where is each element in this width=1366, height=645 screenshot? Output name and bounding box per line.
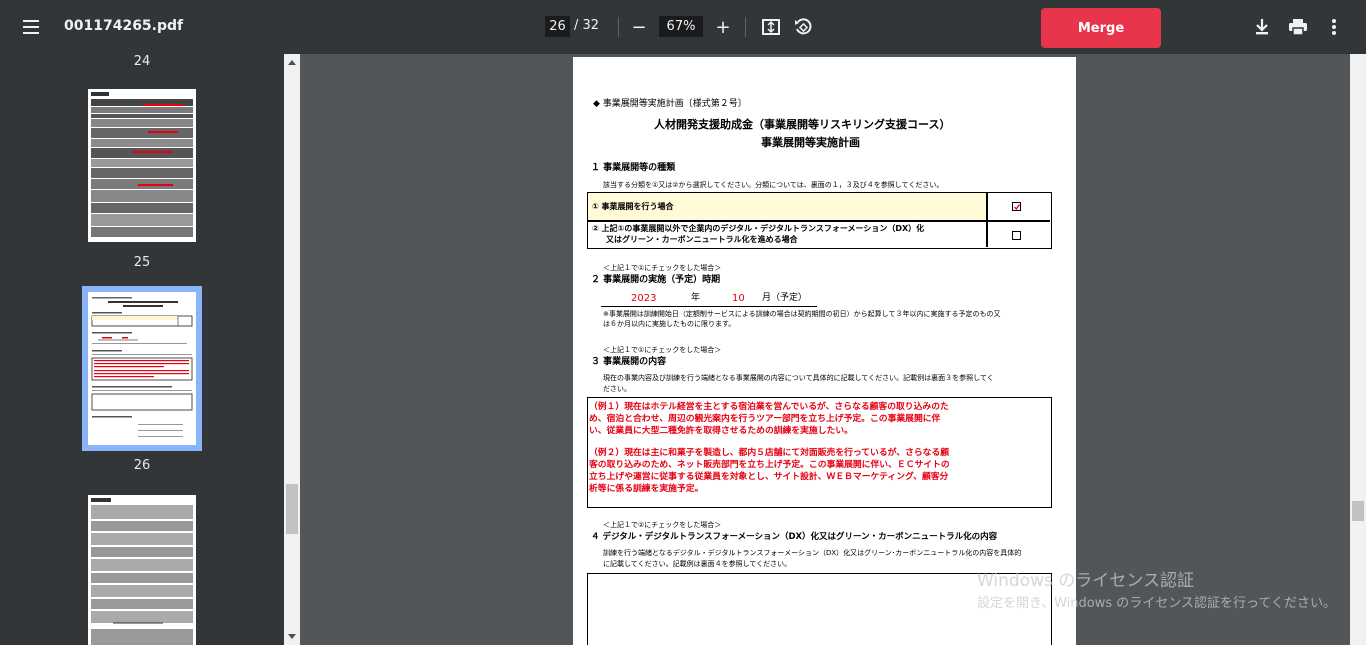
file-name: 001174265.pdf	[64, 18, 184, 34]
form-label: ◆ 事業展開等実施計画〔様式第２号〕	[593, 99, 747, 109]
more-vert-icon	[1332, 19, 1336, 35]
windows-activation-watermark-text: 設定を開き、Windows のライセンス認証を行ってください。	[977, 596, 1336, 611]
download-button[interactable]	[1249, 14, 1275, 40]
option-1-checkbox[interactable]	[1012, 202, 1021, 211]
thumbnail-page-27[interactable]	[88, 495, 196, 645]
rotate-button[interactable]	[790, 14, 816, 40]
thumbnail-page-25[interactable]	[88, 89, 196, 242]
year-unit: 年	[691, 293, 701, 303]
example-2-line3: 立ち上げや運営に従事する従業員を対象とし、サイト設計、ＷＥＢマーケティング、顧客…	[589, 472, 949, 482]
thumbnail-label: 24	[133, 54, 151, 69]
scroll-up-icon[interactable]	[288, 60, 296, 65]
check-mark-icon	[1014, 204, 1021, 211]
print-icon	[1289, 19, 1307, 36]
merge-button[interactable]: Merge	[1041, 8, 1161, 48]
menu-icon[interactable]	[21, 17, 43, 37]
section-3-note-line2: ださい。	[603, 385, 631, 393]
thumbnail-preview	[88, 292, 196, 445]
scroll-down-icon[interactable]	[288, 634, 296, 639]
implementation-month: 10	[732, 293, 745, 304]
example-2-line1: （例２）現在は主に和菓子を製造し、都内５店舗にて対面販売を行っているが、さらなる…	[589, 448, 950, 458]
section-3-note-line1: 現在の事業内容及び訓練を行う端緒となる事業展開の内容について具体的に記載してくだ…	[603, 374, 994, 382]
thumbnail-preview	[88, 495, 196, 645]
option-2-checkbox[interactable]	[1012, 231, 1021, 240]
document-title: 人材開発支援助成金（事業展開等リスキリング支援コース）	[654, 118, 951, 131]
main-scrollbar[interactable]	[1350, 54, 1366, 645]
type-selection-table: ① 事業展開を行う場合 ② 上記①の事業展開以外で企業内のデジタル・デジタルトラ…	[587, 192, 1052, 249]
sidebar-scrollbar[interactable]	[284, 54, 300, 645]
section-3-heading: ３ 事業展開の内容	[591, 357, 667, 367]
section-2-precondition: ＜上記１で①にチェックをした場合＞	[603, 264, 722, 272]
date-underline	[601, 306, 817, 307]
windows-activation-watermark-title: Windows のライセンス認証	[977, 571, 1194, 591]
option-2-label-line2: 又はグリーン・カーボンニュートラル化を進める場合	[606, 235, 798, 244]
scrollbar-thumb[interactable]	[286, 484, 298, 534]
option-1-label: ① 事業展開を行う場合	[592, 202, 674, 211]
section-1-heading: １ 事業展開等の種類	[591, 163, 676, 173]
section-4-precondition: ＜上記１で②にチェックをした場合＞	[603, 521, 722, 529]
zoom-in-button[interactable]: +	[710, 14, 736, 40]
document-subtitle: 事業展開等実施計画	[761, 136, 860, 149]
section-4-note-line2: に記載してください。記載例は裏面４を参照してください。	[603, 560, 792, 568]
pdf-page: ◆ 事業展開等実施計画〔様式第２号〕 人材開発支援助成金（事業展開等リスキリング…	[573, 57, 1076, 645]
page-number-input[interactable]: 26	[545, 16, 570, 37]
more-options-button[interactable]	[1321, 14, 1347, 40]
thumbnail-page-26[interactable]	[82, 286, 202, 451]
thumbnail-label: 25	[133, 255, 151, 270]
section-4-heading: ４ デジタル・デジタルトランスフォーメーション（DX）化又はグリーン・カーボンニ…	[591, 532, 998, 542]
toolbar-divider	[618, 17, 619, 37]
implementation-year: 2023	[631, 293, 657, 304]
section-1-note: 該当する分類を①又は②から選択してください。分類については、裏面の１，３及び４を…	[603, 181, 944, 189]
section-2-heading: ２ 事業展開の実施（予定）時期	[591, 275, 721, 285]
section-4-note-line1: 訓練を行う端緒となるデジタル・デジタルトランスフォーメーション（DX）化又はグリ…	[603, 549, 1022, 557]
thumbnail-label: 26	[133, 458, 151, 473]
example-1-line2: め、宿泊と合わせ、周辺の観光案内を行うツアー部門を立ち上げ予定。この事業展開に伴	[589, 414, 941, 424]
toolbar: 001174265.pdf 26 / 32 − 67% + Merge	[0, 0, 1366, 54]
fit-to-page-button[interactable]	[758, 14, 784, 40]
example-1-line1: （例１）現在はホテル経営を主とする宿泊業を営んでいるが、さらなる顧客の取り込みの…	[589, 402, 949, 412]
thumbnail-preview	[88, 89, 196, 242]
section-3-precondition: ＜上記１で①にチェックをした場合＞	[603, 346, 722, 354]
example-1-line3: い、従業員に大型二種免許を取得させるための訓練を実施したい。	[589, 426, 853, 436]
thumbnail-sidebar[interactable]: 24 25 26	[0, 54, 300, 645]
section-2-note-line1: ※事業展開は訓練開始日（定額制サービスによる訓練の場合は契約期間の初日）から起算…	[603, 310, 1001, 318]
zoom-out-button[interactable]: −	[626, 14, 652, 40]
zoom-level-input[interactable]: 67%	[659, 16, 703, 37]
option-2-label-line1: ② 上記①の事業展開以外で企業内のデジタル・デジタルトランスフォーメーション（D…	[592, 224, 925, 233]
fit-to-page-icon	[762, 19, 780, 35]
page-total: / 32	[574, 18, 600, 33]
example-2-line4: 析等に係る訓練を実施予定。	[589, 484, 704, 494]
download-icon	[1256, 19, 1268, 35]
print-button[interactable]	[1285, 14, 1311, 40]
scrollbar-thumb[interactable]	[1352, 501, 1364, 521]
business-expansion-content-box[interactable]: （例１）現在はホテル経営を主とする宿泊業を営んでいるが、さらなる顧客の取り込みの…	[587, 397, 1052, 508]
month-unit: 月（予定）	[762, 293, 808, 303]
rotate-icon	[795, 18, 812, 35]
example-2-line2: 客の取り込みのため、ネット販売部門を立ち上げ予定。この事業展開に伴い、ＥＣサイト…	[589, 460, 950, 470]
toolbar-divider	[745, 17, 746, 37]
section-2-note-line2: は６か月以内に実施したものに限ります。	[603, 320, 736, 328]
